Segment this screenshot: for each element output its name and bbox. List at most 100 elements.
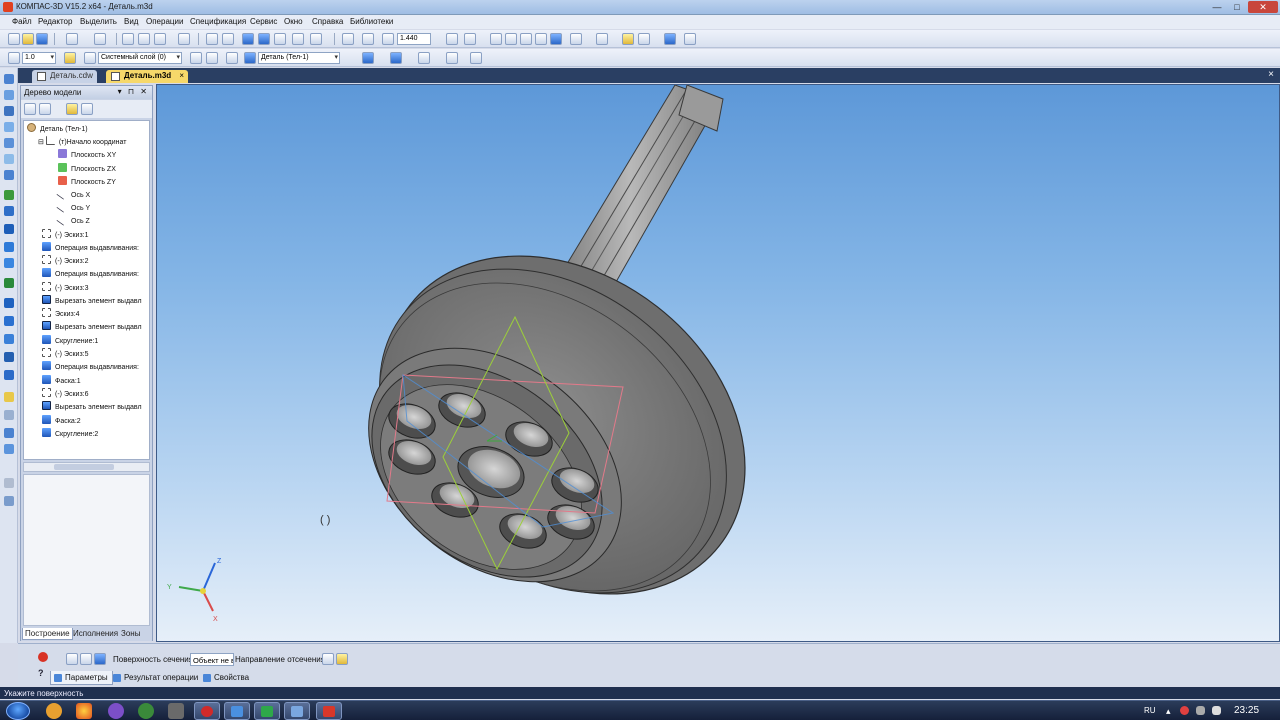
local-cs-icon[interactable] <box>206 52 218 64</box>
manager-icon[interactable] <box>684 33 696 45</box>
taskbar-green-app[interactable] <box>254 702 280 720</box>
menu-window[interactable]: Окно <box>284 17 303 26</box>
tree-item[interactable]: Фаска:2 <box>42 415 81 427</box>
surface-select-icon[interactable] <box>66 653 78 665</box>
mold-icon[interactable] <box>4 352 14 362</box>
layout-icon[interactable] <box>418 52 430 64</box>
taskbar-kompas[interactable] <box>284 702 310 720</box>
close-document-icon[interactable]: × <box>1268 69 1274 80</box>
model-viewport[interactable]: ( ) Z Y X <box>156 84 1280 642</box>
fx-icon[interactable] <box>274 33 286 45</box>
active-tool-icon[interactable] <box>4 392 14 402</box>
tree-toggle-icon[interactable] <box>242 33 254 45</box>
measure-icon[interactable] <box>638 33 650 45</box>
tree-item[interactable]: (-) Эскиз:5 <box>42 348 89 360</box>
tree-item[interactable]: Вырезать элемент выдавл <box>42 321 142 333</box>
edit-icon[interactable] <box>4 122 14 132</box>
tab-parameters[interactable]: Параметры <box>50 671 113 685</box>
new-file-icon[interactable] <box>8 33 20 45</box>
tree-item[interactable]: Ось X <box>56 187 90 201</box>
minimize-button[interactable]: — <box>1208 1 1226 13</box>
preview-icon[interactable] <box>94 33 106 45</box>
tab-executions[interactable]: Исполнения <box>71 628 120 639</box>
menu-select[interactable]: Выделить <box>80 17 117 26</box>
tree-item[interactable]: Скругление:1 <box>42 335 98 347</box>
tray-app-icon[interactable] <box>1180 706 1189 715</box>
network-icon[interactable] <box>1196 706 1205 715</box>
menu-file[interactable]: Файл <box>12 17 32 26</box>
tree-item[interactable]: Плоскость ZX <box>58 163 116 175</box>
tray-up-arrow-icon[interactable]: ▴ <box>1166 706 1171 717</box>
views-icon[interactable] <box>470 52 482 64</box>
menu-view[interactable]: Вид <box>124 17 138 26</box>
tree-item[interactable]: Ось Y <box>56 200 90 214</box>
surfaces-icon[interactable] <box>4 258 14 268</box>
tree-relations-icon[interactable] <box>81 103 93 115</box>
paste-icon[interactable] <box>154 33 166 45</box>
menu-operations[interactable]: Операции <box>146 17 183 26</box>
tree-item[interactable]: Деталь (Тел-1) <box>27 123 88 135</box>
highlight-icon[interactable] <box>622 33 634 45</box>
rotate-icon[interactable] <box>446 33 458 45</box>
zoom-window-icon[interactable] <box>342 33 354 45</box>
taskbar-opera[interactable] <box>194 702 220 720</box>
print-icon[interactable] <box>66 33 78 45</box>
tree-item[interactable]: Операция выдавливания: <box>42 268 139 280</box>
media-icon[interactable] <box>138 703 154 719</box>
help-pointer-icon[interactable] <box>310 33 322 45</box>
taskbar-red-app[interactable] <box>316 702 342 720</box>
surface-value-field[interactable]: Объект не выбран <box>190 653 234 666</box>
language-indicator[interactable]: RU <box>1144 706 1156 715</box>
maximize-button[interactable]: □ <box>1228 1 1246 13</box>
menu-service[interactable]: Сервис <box>250 17 277 26</box>
wireframe-icon[interactable] <box>490 33 502 45</box>
layer-icon[interactable] <box>84 52 96 64</box>
tree-item[interactable]: Плоскость ZY <box>58 176 116 188</box>
properties-copy-icon[interactable] <box>178 33 190 45</box>
undo-icon[interactable] <box>206 33 218 45</box>
grid-icon[interactable] <box>190 52 202 64</box>
space-curves-icon[interactable] <box>4 242 14 252</box>
browser-icon[interactable] <box>46 703 62 719</box>
halftone-edges-icon[interactable] <box>550 33 562 45</box>
zoom-fit-icon[interactable] <box>382 33 394 45</box>
geometry-icon[interactable] <box>4 74 14 84</box>
electrical-icon[interactable] <box>4 370 14 380</box>
tab-drawing[interactable]: Деталь.cdw <box>32 70 97 83</box>
step-input[interactable]: 1.0 ▾ <box>22 52 56 64</box>
orthogonal-icon[interactable] <box>226 52 238 64</box>
tree-item[interactable]: Вырезать элемент выдавл <box>42 401 142 413</box>
aux-geometry-icon[interactable] <box>4 298 14 308</box>
diagnostics-icon[interactable] <box>4 334 14 344</box>
measurements-icon[interactable] <box>4 154 14 164</box>
tree-item[interactable]: Плоскость XY <box>58 149 116 161</box>
tree-horizontal-scrollbar[interactable] <box>23 462 150 472</box>
parameterization-icon[interactable] <box>4 138 14 148</box>
tab-zones[interactable]: Зоны <box>119 628 142 639</box>
tree-item[interactable]: Операция выдавливания: <box>42 361 139 373</box>
tree-item[interactable]: ⊟ (т)Начало координат <box>38 136 126 148</box>
menu-help[interactable]: Справка <box>312 17 343 26</box>
copy-icon[interactable] <box>138 33 150 45</box>
tree-order-icon[interactable] <box>24 103 36 115</box>
tab-properties[interactable]: Свойства <box>200 671 253 685</box>
tab-part[interactable]: Деталь.m3d × <box>106 70 189 83</box>
cut-plane-icon[interactable] <box>446 52 458 64</box>
gear-app-icon[interactable] <box>168 703 184 719</box>
tree-item[interactable]: Скругление:2 <box>42 428 98 440</box>
sheet-metal-icon[interactable] <box>4 316 14 326</box>
tab-result[interactable]: Результат операции <box>110 671 202 685</box>
save-icon[interactable] <box>36 33 48 45</box>
menu-specification[interactable]: Спецификация <box>190 17 246 26</box>
tree-item[interactable]: Эскиз:4 <box>42 308 80 320</box>
current-part-icon[interactable] <box>244 52 256 64</box>
taskbar-explorer[interactable] <box>224 702 250 720</box>
step-icon[interactable] <box>8 52 20 64</box>
reports-icon[interactable] <box>4 206 14 216</box>
variables-icon[interactable] <box>258 33 270 45</box>
direction-normal-icon[interactable] <box>322 653 334 665</box>
tree-item[interactable]: (-) Эскиз:6 <box>42 388 89 400</box>
tool-a-icon[interactable] <box>4 410 14 420</box>
perspective-icon[interactable] <box>570 33 582 45</box>
viber-icon[interactable] <box>108 703 124 719</box>
